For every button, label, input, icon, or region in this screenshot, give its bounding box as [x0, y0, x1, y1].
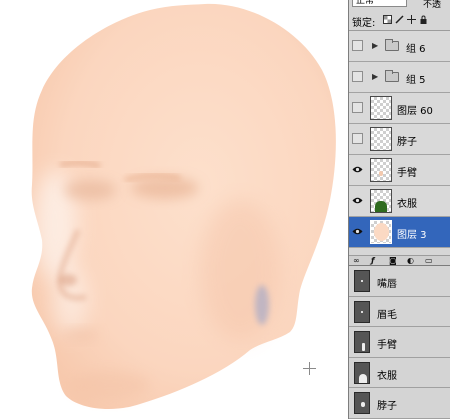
- layer-row-clothes[interactable]: 衣服: [349, 186, 450, 217]
- eye-icon[interactable]: [352, 226, 363, 237]
- expand-arrow-icon[interactable]: ▶: [372, 72, 378, 81]
- adjustment-layer-icon[interactable]: ◐: [407, 257, 414, 265]
- path-name: 衣服: [377, 370, 397, 382]
- face-artwork: [31, 3, 336, 410]
- path-thumbnail: [354, 392, 370, 415]
- eye-icon[interactable]: [352, 195, 363, 206]
- move-lock-icon[interactable]: [407, 15, 416, 24]
- document-canvas[interactable]: [0, 0, 348, 419]
- layer-name: 脖子: [397, 137, 417, 148]
- layer-name: 组 5: [406, 75, 426, 86]
- path-row-neck[interactable]: 脖子: [349, 388, 450, 419]
- expand-arrow-icon[interactable]: ▶: [372, 41, 378, 50]
- folder-icon: [385, 39, 399, 51]
- visibility-toggle[interactable]: [352, 71, 363, 82]
- layers-panel: 正常 不透 锁定: ▶ 组 6 ▶ 组 5 图层 60 脖子 手臂 衣服 图层 …: [348, 0, 450, 419]
- layer-thumbnail: [370, 220, 392, 244]
- layer-name: 图层 60: [397, 106, 433, 117]
- layer-name: 组 6: [406, 44, 426, 55]
- layer-thumbnail: [370, 189, 392, 213]
- layer-thumbnail: [370, 127, 392, 151]
- path-row-lips[interactable]: 嘴唇: [349, 266, 450, 297]
- layer-name: 手臂: [397, 168, 417, 179]
- path-thumbnail: [354, 300, 370, 323]
- layer-mask-icon[interactable]: ◙: [389, 257, 397, 265]
- path-thumbnail: [354, 270, 370, 292]
- new-group-icon[interactable]: ▭: [425, 257, 433, 265]
- link-layers-icon[interactable]: ∞: [353, 257, 360, 265]
- layer-row-group-5[interactable]: ▶ 组 5: [349, 62, 450, 93]
- layer-row-neck[interactable]: 脖子: [349, 124, 450, 155]
- path-name: 手臂: [377, 340, 397, 352]
- layer-row-group-6[interactable]: ▶ 组 6: [349, 31, 450, 62]
- layer-name: 衣服: [397, 199, 417, 210]
- layer-thumbnail: [370, 158, 392, 182]
- visibility-toggle[interactable]: [352, 133, 363, 144]
- lock-row: 锁定:: [349, 9, 450, 31]
- path-thumbnail: [354, 331, 370, 354]
- path-row-clothes[interactable]: 衣服: [349, 357, 450, 389]
- blend-mode-select[interactable]: 正常: [352, 0, 407, 7]
- crosshair-cursor-icon: [303, 362, 316, 375]
- path-row-eyebrows[interactable]: 眉毛: [349, 296, 450, 328]
- layer-row-layer-60[interactable]: 图层 60: [349, 93, 450, 124]
- path-thumbnail: [354, 361, 370, 384]
- lock-label: 锁定:: [352, 18, 376, 29]
- paths-list: 嘴唇 眉毛 手臂 衣服 脖子: [349, 266, 450, 419]
- layers-toolbar: ∞ ƒ ◙ ◐ ▭: [349, 255, 450, 266]
- path-row-arm[interactable]: 手臂: [349, 327, 450, 358]
- folder-icon: [385, 70, 399, 82]
- visibility-toggle[interactable]: [352, 102, 363, 113]
- layer-list: ▶ 组 6 ▶ 组 5 图层 60 脖子 手臂 衣服 图层 3: [349, 31, 450, 248]
- path-name: 脖子: [377, 401, 397, 413]
- head-shape: [31, 3, 336, 410]
- path-name: 眉毛: [377, 309, 397, 321]
- layer-row-arm[interactable]: 手臂: [349, 155, 450, 186]
- layer-style-icon[interactable]: ƒ: [371, 257, 374, 265]
- layer-thumbnail: [370, 96, 392, 120]
- blend-mode-row: 正常 不透: [349, 0, 450, 10]
- eye-icon[interactable]: [352, 164, 363, 175]
- path-name: 嘴唇: [377, 279, 397, 290]
- layer-row-layer-3[interactable]: 图层 3: [349, 217, 450, 248]
- layer-name: 图层 3: [397, 230, 427, 241]
- brush-lock-icon[interactable]: [395, 15, 404, 24]
- padlock-icon[interactable]: [419, 15, 428, 24]
- transparency-lock-icon[interactable]: [383, 15, 392, 24]
- visibility-toggle[interactable]: [352, 40, 363, 51]
